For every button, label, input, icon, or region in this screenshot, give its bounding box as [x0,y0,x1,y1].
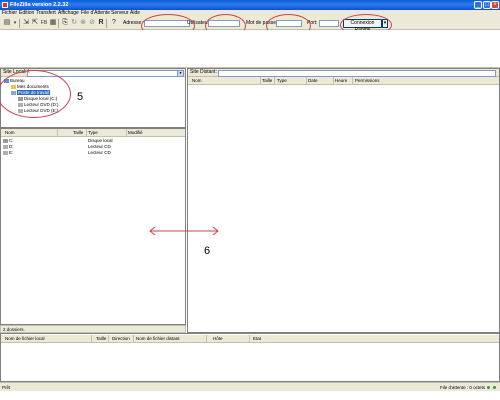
reconnect-icon[interactable]: R [97,19,105,27]
filezilla-app-icon [2,2,8,8]
col-heure[interactable]: Heure [335,77,347,84]
maximize-button[interactable]: □ [483,1,491,9]
toggle-log-icon[interactable]: ⇲ [22,19,30,27]
queue-size-text: File d'attente : 0 octets [440,385,486,390]
menu-edition[interactable]: Edition [19,10,34,17]
local-path-dropdown[interactable]: ▾ [177,70,184,77]
toggle-queue-icon[interactable]: ▦ [49,19,57,27]
dropdown-arrow-icon[interactable]: ▾ [11,19,19,27]
toolbar-separator [106,19,107,28]
site-manager-icon[interactable]: ▤ [3,19,11,27]
menu-fichier[interactable]: Fichier [2,10,17,17]
queue-column-header: Nom de fichier local Taille Direction No… [1,335,499,343]
list-item-type: Lecteur CD [88,150,111,155]
toolbar-separator [58,19,59,28]
col-type[interactable]: Type [277,77,287,84]
process-queue-icon[interactable]: ↻ [70,19,78,27]
annotation-circle-5 [0,70,71,118]
drive-icon [3,138,8,143]
col-type[interactable]: Type [88,129,98,136]
remote-site-label: Site Distant: [190,69,217,75]
title-bar: FileZilla version 2.2.32 _ □ × [0,0,500,10]
menu-transfert[interactable]: Transfert [36,10,56,17]
status-bar: Prêt File d'attente : 0 octets [0,382,500,391]
col-modifie[interactable]: Modifié [128,129,143,136]
close-button[interactable]: × [491,1,499,9]
status-led-icon [487,386,490,389]
annotation-number-5: 5 [77,91,84,103]
minimize-button[interactable]: _ [474,1,482,9]
col-permissions[interactable]: Permissions [355,77,380,84]
col-size[interactable]: Taille [96,335,106,342]
toggle-local-tree-icon[interactable]: ⇱ [31,19,39,27]
col-date[interactable]: Date [308,77,318,84]
dvd-drive-icon [3,150,8,155]
col-host[interactable]: Hôte [213,335,223,342]
status-led-icon [493,386,496,389]
toolbar-separator [19,19,20,28]
col-remote-file[interactable]: Nom de fichier distant [136,335,180,342]
list-item[interactable]: E: [3,150,13,156]
help-icon[interactable]: ? [110,19,118,27]
col-taille[interactable]: Taille [262,77,272,84]
status-text: Prêt [2,385,11,390]
local-tree-pane[interactable]: Site Local: \ ▾ Bureau Mes documents Pos… [0,68,186,128]
col-nom[interactable]: Nom [5,129,15,136]
remote-site-header: Site Distant: [188,69,499,77]
refresh-icon[interactable]: ⎘ [61,19,69,27]
col-local-file[interactable]: Nom de fichier local [5,335,45,342]
col-taille[interactable]: Taille [73,129,83,136]
remote-column-header: Nom Taille Type Date Heure Permissions [188,77,499,85]
transfer-queue[interactable]: Nom de fichier local Taille Direction No… [0,333,500,382]
toolbar: ▤ ▾ ⇲ ⇱ FB ▦ ⎘ ↻ ⊗ ⊘ R ? Adresse: Utilis… [0,17,500,33]
dvd-drive-icon [3,144,8,149]
annotation-double-arrow [149,226,219,236]
col-nom[interactable]: Nom [192,77,202,84]
address-label: Adresse: [123,20,143,26]
menu-file-attente[interactable]: File d'Attente [81,10,110,17]
local-column-header: Nom Taille Type Modifié [1,129,185,137]
menu-affichage[interactable]: Affichage [58,10,79,17]
toggle-remote-tree-icon[interactable]: FB [40,19,48,27]
remote-path-input[interactable] [218,70,496,77]
col-direction[interactable]: Direction [112,335,130,342]
message-log[interactable] [0,30,500,68]
disconnect-icon[interactable]: ⊘ [88,19,96,27]
menu-serveur[interactable]: Serveur [111,10,129,17]
menu-aide[interactable]: Aide [130,10,140,17]
stop-icon[interactable]: ⊗ [79,19,87,27]
menu-bar: Fichier Edition Transfert Affichage File… [0,10,500,17]
window-title: FileZilla version 2.2.32 [10,2,69,8]
local-status: 2 dossiers. [0,325,186,333]
annotation-number-6: 6 [204,245,211,257]
col-state[interactable]: Etat [253,335,261,342]
remote-pane[interactable]: Site Distant: Nom Taille Type Date Heure… [187,68,500,333]
port-input[interactable] [319,20,339,27]
